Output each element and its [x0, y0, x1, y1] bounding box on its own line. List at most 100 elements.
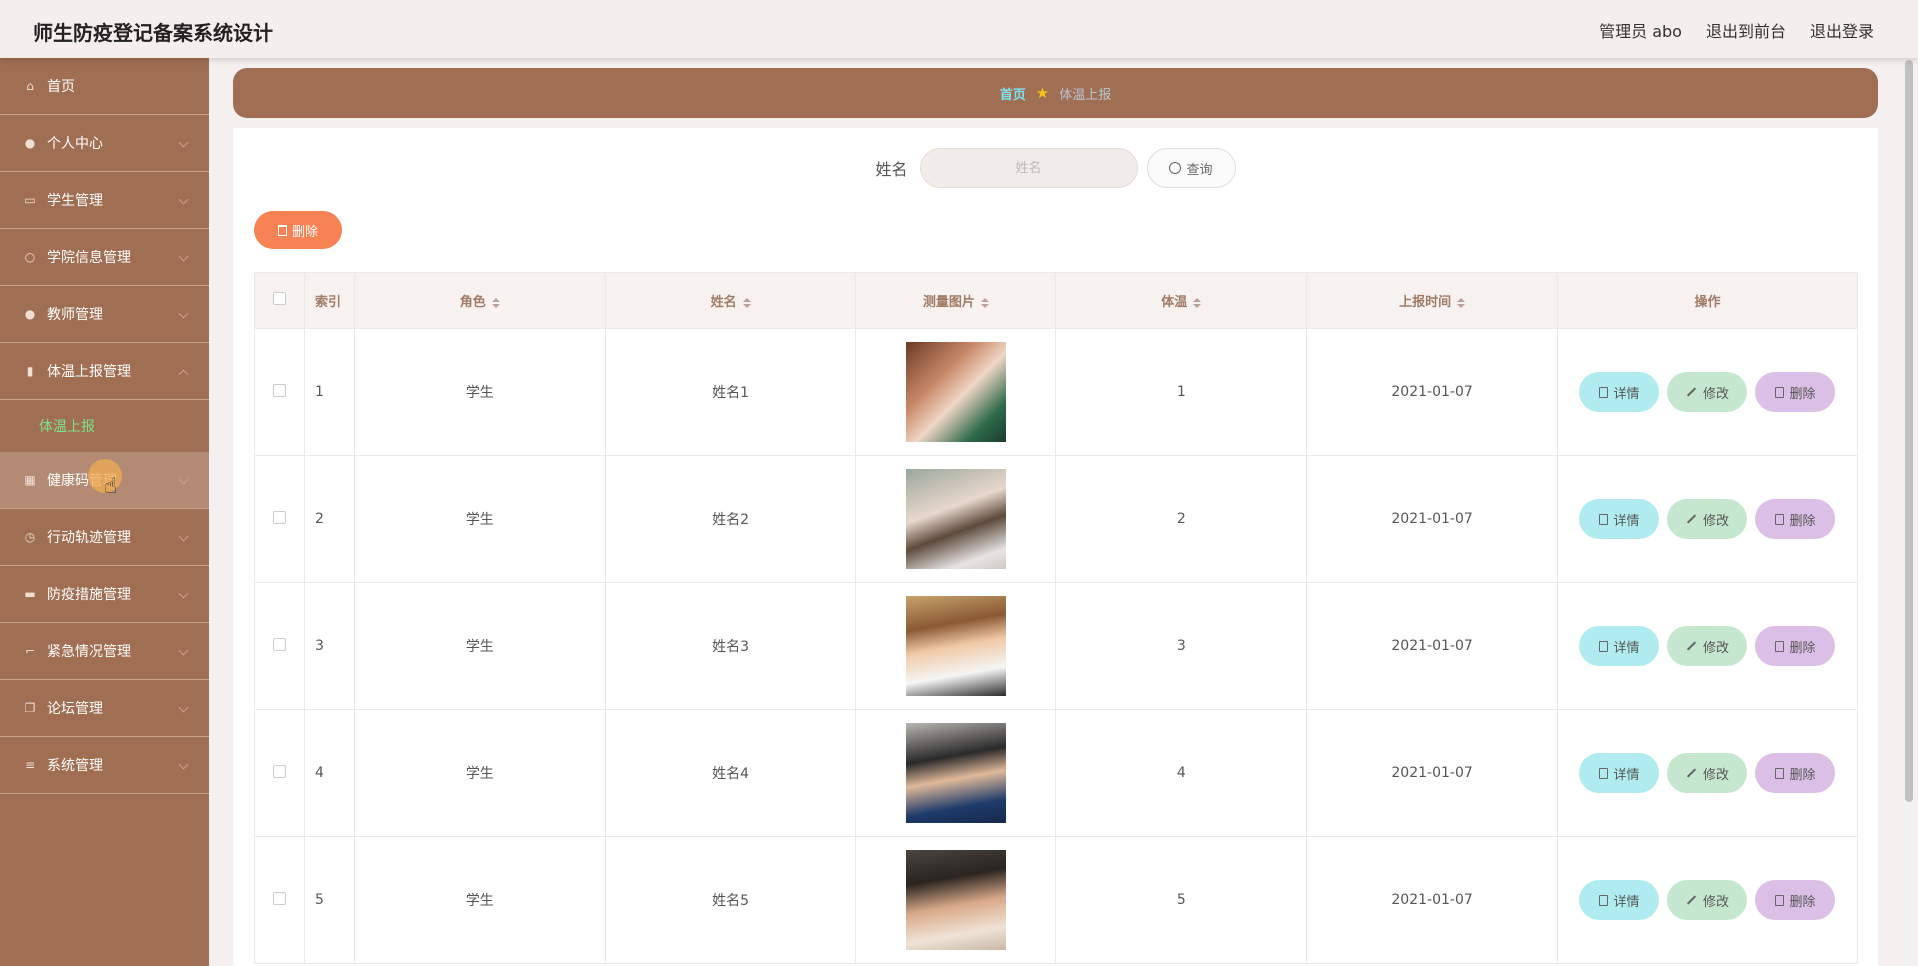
select-all-checkbox[interactable] [272, 292, 286, 305]
cell-time: 2021-01-07 [1306, 709, 1558, 837]
document-icon [1599, 513, 1609, 525]
chevron-down-icon [178, 251, 189, 262]
document-icon [1599, 386, 1609, 398]
chair-icon: ▬ [24, 587, 36, 601]
cell-ops: 详情 修改 删除 [1556, 582, 1859, 710]
cell-photo [855, 709, 1057, 837]
header-role[interactable]: 角色 [353, 272, 606, 329]
measurement-photo[interactable] [905, 850, 1006, 950]
sidebar-item-temperature[interactable]: ▮ 体温上报管理 [0, 343, 209, 400]
header-name[interactable]: 姓名 [604, 272, 857, 329]
crop-icon: ⌐ [24, 644, 36, 658]
row-delete-button[interactable]: 删除 [1755, 880, 1836, 920]
detail-button[interactable]: 详情 [1579, 372, 1660, 412]
edit-button[interactable]: 修改 [1667, 880, 1748, 920]
detail-button[interactable]: 详情 [1579, 880, 1660, 920]
edit-label: 修改 [1702, 386, 1729, 402]
sidebar-item-measures[interactable]: ▬ 防疫措施管理 [0, 566, 209, 623]
to-front-link[interactable]: 退出到前台 [1706, 18, 1786, 42]
measurement-photo[interactable] [905, 596, 1006, 696]
star-icon: ★ [1035, 84, 1050, 102]
edit-button[interactable]: 修改 [1667, 753, 1748, 793]
measurement-photo[interactable] [905, 342, 1006, 442]
submenu-item-temperature-report[interactable]: 体温上报 [0, 400, 209, 452]
document-icon [1599, 894, 1609, 906]
measurement-photo[interactable] [905, 469, 1006, 569]
sidebar-item-students[interactable]: ▭ 学生管理 [0, 172, 209, 229]
row-checkbox[interactable] [272, 637, 286, 651]
cell-index: 5 [303, 836, 355, 964]
cell-temp: 3 [1055, 582, 1308, 710]
sidebar-item-emergency[interactable]: ⌐ 紧急情况管理 [0, 623, 209, 680]
header-time[interactable]: 上报时间 [1306, 272, 1558, 329]
detail-button[interactable]: 详情 [1579, 753, 1660, 793]
cell-index: 3 [303, 582, 355, 710]
chevron-up-icon [178, 369, 189, 380]
cell-role: 学生 [353, 328, 606, 456]
sidebar-item-forum[interactable]: ❐ 论坛管理 [0, 680, 209, 737]
row-delete-button[interactable]: 删除 [1755, 753, 1836, 793]
vertical-scrollbar[interactable] [1904, 58, 1914, 966]
row-checkbox-cell [254, 455, 305, 583]
query-button[interactable]: 查询 [1146, 148, 1236, 188]
measurement-photo[interactable] [905, 723, 1006, 823]
sidebar-item-profile[interactable]: ● 个人中心 [0, 115, 209, 172]
sidebar-item-teachers[interactable]: ● 教师管理 [0, 286, 209, 343]
detail-label: 详情 [1613, 894, 1640, 910]
cell-temp: 4 [1055, 709, 1308, 837]
row-checkbox[interactable] [272, 383, 286, 397]
cell-index: 4 [303, 709, 355, 837]
row-checkbox-cell [254, 836, 305, 964]
sidebar-item-system[interactable]: ≡ 系统管理 [0, 737, 209, 794]
sort-icon [1457, 297, 1466, 308]
cell-photo [855, 836, 1057, 964]
table-row: 5 学生 姓名5 5 2021-01-07 详情 修改 删除 [254, 836, 1859, 964]
sidebar-item-college[interactable]: ○ 学院信息管理 [0, 229, 209, 286]
sidebar-item-home[interactable]: ⌂ 首页 [0, 58, 209, 115]
batch-delete-button[interactable]: 删除 [254, 211, 342, 249]
search-icon [1169, 162, 1182, 174]
delete-label: 删除 [1789, 513, 1816, 529]
edit-label: 修改 [1702, 894, 1729, 910]
cell-ops: 详情 修改 删除 [1556, 455, 1859, 583]
scrollbar-thumb[interactable] [1905, 60, 1913, 802]
header-temp[interactable]: 体温 [1055, 272, 1308, 329]
cell-ops: 详情 修改 删除 [1556, 328, 1859, 456]
sidebar-item-label: 系统管理 [47, 758, 103, 774]
cell-name: 姓名2 [604, 455, 857, 583]
edit-button[interactable]: 修改 [1667, 372, 1748, 412]
home-icon: ⌂ [26, 79, 34, 93]
cell-ops: 详情 修改 删除 [1556, 836, 1859, 964]
power-icon: ○ [24, 250, 36, 264]
search-input[interactable] [919, 148, 1138, 188]
row-checkbox[interactable] [272, 764, 286, 778]
cell-role: 学生 [353, 455, 606, 583]
cell-time: 2021-01-07 [1306, 836, 1558, 964]
edit-button[interactable]: 修改 [1667, 499, 1748, 539]
user-icon: ● [24, 307, 36, 321]
cell-role: 学生 [353, 709, 606, 837]
row-checkbox[interactable] [272, 891, 286, 905]
data-table: 索引 角色 姓名 测量图片 体温 上报时间 操作 1 学生 姓名1 1 2021… [254, 272, 1859, 964]
sidebar-item-tracks[interactable]: ◷ 行动轨迹管理 [0, 509, 209, 566]
detail-button[interactable]: 详情 [1579, 499, 1660, 539]
row-delete-button[interactable]: 删除 [1755, 499, 1836, 539]
cell-name: 姓名5 [604, 836, 857, 964]
cell-name: 姓名1 [604, 328, 857, 456]
logout-link[interactable]: 退出登录 [1810, 18, 1874, 42]
header-photo[interactable]: 测量图片 [855, 272, 1057, 329]
header-time-label: 上报时间 [1399, 295, 1452, 310]
cell-temp: 2 [1055, 455, 1308, 583]
header-temp-label: 体温 [1161, 295, 1188, 310]
detail-button[interactable]: 详情 [1579, 626, 1660, 666]
row-delete-button[interactable]: 删除 [1755, 372, 1836, 412]
row-delete-button[interactable]: 删除 [1755, 626, 1836, 666]
table-row: 1 学生 姓名1 1 2021-01-07 详情 修改 删除 [254, 328, 1859, 456]
chevron-down-icon [178, 702, 189, 713]
delete-label: 删除 [1789, 894, 1816, 910]
breadcrumb-home[interactable]: 首页 [1000, 84, 1026, 103]
hand-cursor-icon: ☝ [104, 474, 118, 499]
main-content: 首页 ★ 体温上报 姓名 查询 删除 索引 角色 姓名 测量图片 [209, 58, 1899, 966]
edit-button[interactable]: 修改 [1667, 626, 1748, 666]
row-checkbox[interactable] [272, 510, 286, 524]
